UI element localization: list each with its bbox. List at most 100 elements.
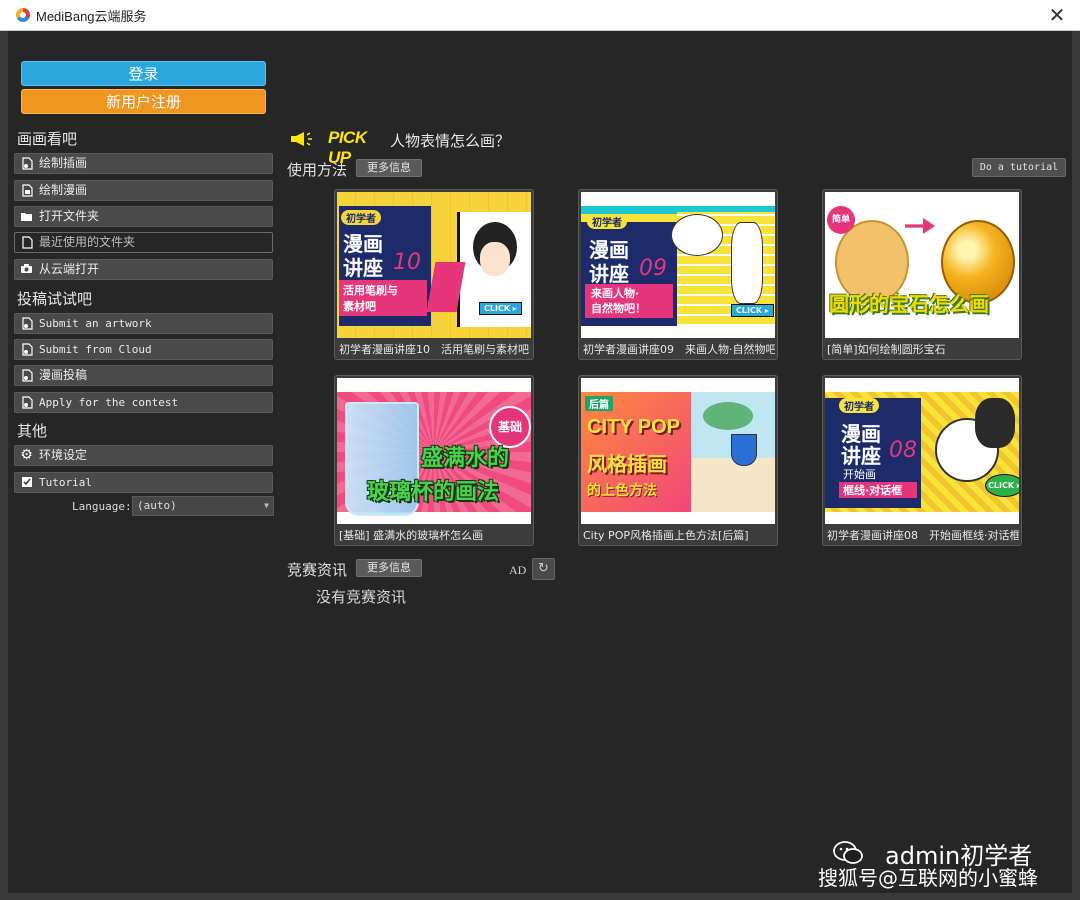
title-bar: MediBang云端服务 ✕ [0, 0, 1080, 31]
thumb-click: CLICK ▸ [985, 474, 1019, 497]
thumb-click: CLICK ▸ [479, 302, 522, 315]
menu-label: 绘制漫画 [39, 183, 88, 197]
tutorial-card[interactable]: 简单 圆形的宝石怎么画 [简单]如何绘制圆形宝石 [822, 189, 1022, 360]
file-icon [20, 343, 33, 356]
app-window: MediBang云端服务 ✕ 登录 新用户注册 画画看吧 绘制插画 绘制漫画 打… [0, 0, 1080, 900]
menu-submit-artwork[interactable]: Submit an artwork [14, 313, 273, 334]
tutorial-thumbnail: 初学者 漫画 讲座 10 活用笔刷与 素材吧 CLICK ▸ [337, 192, 531, 338]
thumb-sub-1: 框线·对话框 [843, 484, 903, 497]
login-button[interactable]: 登录 [21, 61, 266, 86]
menu-label: Apply for the contest [39, 396, 179, 409]
thumb-sub-1: 活用笔刷与 [343, 284, 398, 297]
tutorial-caption: 初学者漫画讲座08 开始画框线·对话框 [827, 529, 1019, 542]
medibang-logo-icon [16, 8, 30, 22]
menu-label: Submit from Cloud [39, 343, 152, 356]
thumb-badge: 简单 [827, 206, 855, 234]
thumb-title-1: 盛满水的 [421, 446, 510, 471]
tutorial-thumbnail: 初学者 漫画 讲座 08 开始画 框线·对话框 CLICK ▸ [825, 378, 1019, 524]
menu-apply-contest[interactable]: Apply for the contest [14, 392, 273, 413]
thumb-title-2: 讲座 [589, 262, 629, 286]
pickup-link[interactable]: 人物表情怎么画？ [390, 130, 510, 151]
section-other-heading: 其他 [17, 422, 48, 440]
tutorial-card[interactable]: 基础 盛满水的 玻璃杯的画法 [基础] 盛满水的玻璃杯怎么画 [334, 375, 534, 546]
thumb-badge: 初学者 [839, 398, 879, 413]
menu-label: 漫画投稿 [39, 368, 88, 382]
section-submit-heading: 投稿试试吧 [17, 290, 93, 308]
tutorial-thumbnail: 简单 圆形的宝石怎么画 [825, 192, 1019, 338]
gear-icon: ⚙ [20, 447, 33, 463]
tutorial-card[interactable]: 初学者 漫画 讲座 10 活用笔刷与 素材吧 CLICK ▸ 初学者漫画讲座10… [334, 189, 534, 360]
chevron-down-icon: ▼ [264, 501, 269, 510]
tutorial-thumbnail: 基础 盛满水的 玻璃杯的画法 [337, 378, 531, 524]
tutorial-card[interactable]: 后篇 CITY POP 风格插画 的上色方法 City POP风格插画上色方法[… [578, 375, 778, 546]
menu-open-folder[interactable]: 打开文件夹 [14, 206, 273, 227]
do-tutorial-button[interactable]: Do a tutorial [972, 158, 1066, 177]
thumb-title-2: 风格插画 [587, 452, 667, 476]
contest-heading: 竞赛资讯 [287, 561, 348, 579]
ad-label: AD [509, 563, 527, 577]
file-icon [20, 317, 33, 330]
file-icon [20, 157, 33, 170]
menu-draw-illustration[interactable]: 绘制插画 [14, 153, 273, 174]
tutorial-card[interactable]: 初学者 漫画 讲座 09 来画人物· 自然物吧！ CLICK ▸ 初学者漫画讲座… [578, 189, 778, 360]
thumb-sub-2: 素材吧 [343, 300, 376, 313]
menu-label: 绘制插画 [39, 156, 88, 170]
checkbox-icon [20, 476, 33, 489]
register-button[interactable]: 新用户注册 [21, 89, 266, 114]
thumb-title-3: 的上色方法 [587, 483, 657, 499]
language-label: Language: [72, 500, 132, 513]
recent-file-icon [20, 236, 33, 249]
menu-open-cloud[interactable]: 从云端打开 [14, 259, 273, 280]
menu-label: Submit an artwork [39, 317, 152, 330]
menu-manga-submit[interactable]: 漫画投稿 [14, 365, 273, 386]
contest-more-button[interactable]: 更多信息 [356, 559, 422, 577]
file-icon [20, 184, 33, 197]
tutorial-caption: [基础] 盛满水的玻璃杯怎么画 [339, 529, 484, 542]
menu-tutorial[interactable]: Tutorial [14, 472, 273, 493]
tutorial-thumbnail: 后篇 CITY POP 风格插画 的上色方法 [581, 378, 775, 524]
section-draw-heading: 画画看吧 [17, 130, 78, 148]
thumb-number: 08 [889, 438, 917, 463]
thumb-title-1: CITY POP [587, 416, 680, 438]
menu-recent-folder[interactable]: 最近使用的文件夹 [14, 232, 273, 253]
window-title: MediBang云端服务 [36, 9, 147, 24]
tutorial-card[interactable]: 初学者 漫画 讲座 08 开始画 框线·对话框 CLICK ▸ 初学者漫画讲座0… [822, 375, 1022, 546]
frame-right [1072, 31, 1080, 900]
menu-label: 环境设定 [39, 448, 88, 462]
close-button[interactable]: ✕ [1044, 2, 1070, 28]
language-value: (auto) [137, 499, 177, 512]
tutorial-thumbnail: 初学者 漫画 讲座 09 来画人物· 自然物吧！ CLICK ▸ [581, 192, 775, 338]
camera-icon [20, 263, 33, 276]
menu-label: 从云端打开 [39, 262, 100, 276]
refresh-button[interactable]: ↻ [532, 558, 555, 580]
tutorial-caption: 初学者漫画讲座10 活用笔刷与素材吧 [339, 343, 529, 356]
thumb-badge: 初学者 [587, 214, 627, 229]
menu-settings[interactable]: ⚙ 环境设定 [14, 445, 273, 466]
thumb-badge: 后篇 [585, 396, 613, 411]
menu-label: 最近使用的文件夹 [39, 235, 136, 249]
thumb-title-2: 讲座 [343, 256, 383, 280]
file-icon [20, 396, 33, 409]
thumb-sub-1: 来画人物· [591, 287, 640, 300]
menu-label: 打开文件夹 [39, 209, 100, 223]
usage-more-button[interactable]: 更多信息 [356, 159, 422, 177]
tutorial-caption: 初学者漫画讲座09 来画人物·自然物吧！ [583, 343, 775, 356]
thumb-badge: 初学者 [341, 210, 381, 225]
menu-label: Tutorial [39, 476, 92, 489]
thumb-title-2: 玻璃杯的画法 [367, 480, 500, 505]
thumb-number: 09 [639, 256, 667, 281]
folder-icon [20, 210, 33, 223]
frame-bottom [0, 893, 1080, 900]
no-contest-message: 没有竞赛资讯 [316, 588, 407, 606]
thumb-title: 圆形的宝石怎么画 [829, 292, 989, 316]
frame-left [0, 31, 8, 900]
thumb-title-2: 讲座 [841, 444, 881, 468]
language-select[interactable]: (auto) ▼ [132, 496, 274, 516]
thumb-click: CLICK ▸ [731, 304, 774, 317]
thumb-sub-0: 开始画 [843, 468, 876, 481]
watermark-line-2: 搜狐号@互联网的小蜜蜂 [818, 866, 1038, 890]
refresh-icon: ↻ [538, 561, 549, 576]
menu-draw-manga[interactable]: 绘制漫画 [14, 180, 273, 201]
thumb-number: 10 [393, 250, 421, 275]
menu-submit-cloud[interactable]: Submit from Cloud [14, 339, 273, 360]
